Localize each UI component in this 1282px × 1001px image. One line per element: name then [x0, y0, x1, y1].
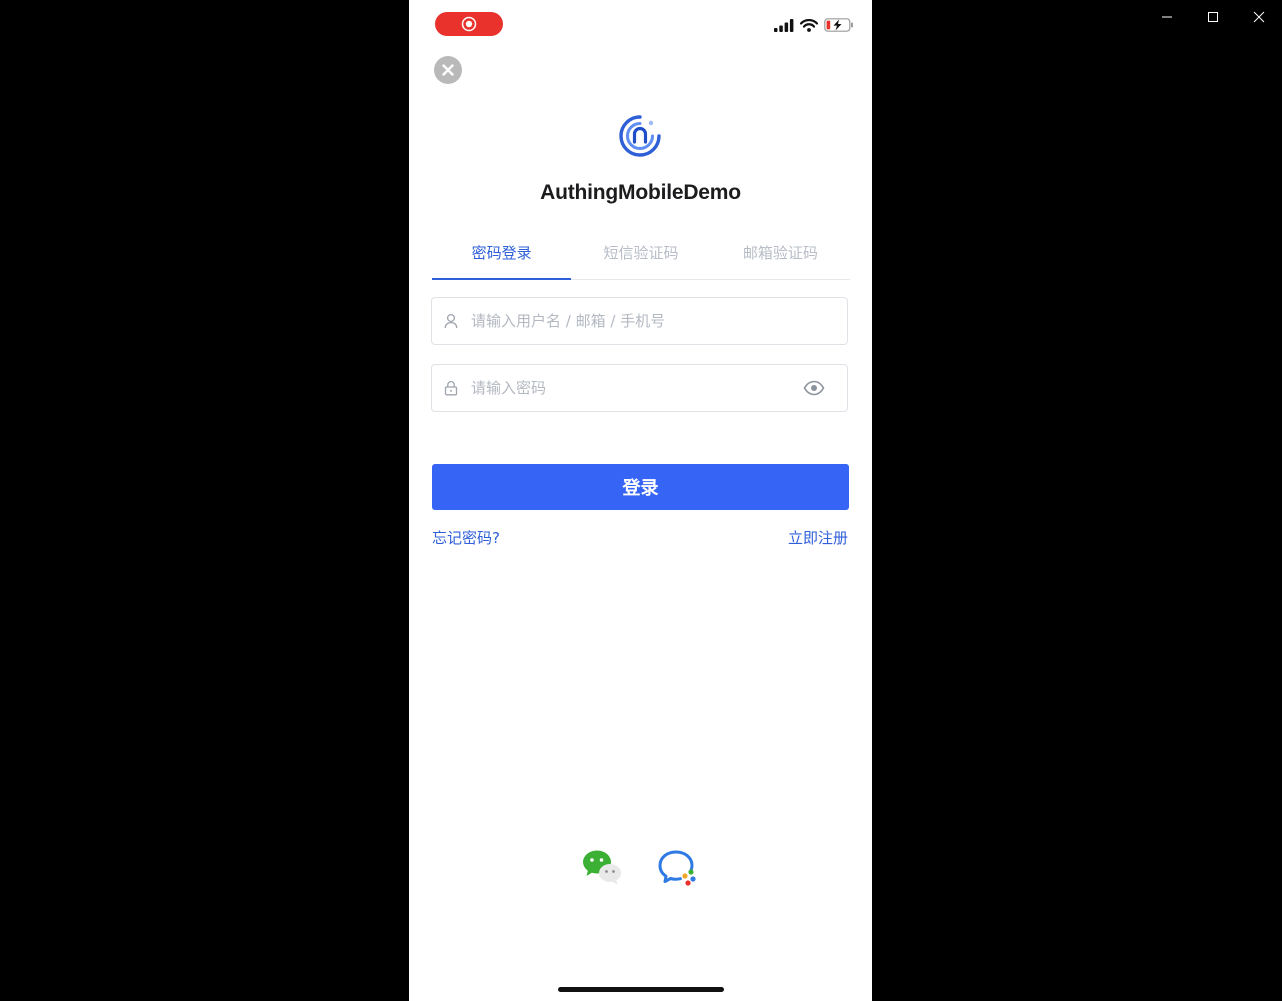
user-icon	[443, 313, 459, 329]
password-field	[431, 364, 848, 412]
dismiss-button[interactable]	[434, 56, 462, 84]
authing-logo-icon	[619, 115, 661, 157]
tab-sms-code[interactable]: 短信验证码	[571, 236, 710, 279]
window-close-button[interactable]	[1236, 0, 1282, 34]
home-indicator[interactable]	[558, 987, 724, 992]
tab-password-login[interactable]: 密码登录	[432, 236, 572, 280]
tab-email-code[interactable]: 邮箱验证码	[711, 236, 850, 279]
maximize-icon	[1208, 12, 1218, 22]
login-method-tabs: 密码登录 短信验证码 邮箱验证码	[432, 236, 850, 280]
wecom-icon[interactable]	[658, 849, 698, 887]
wechat-icon[interactable]	[582, 849, 622, 887]
minimize-icon	[1162, 16, 1172, 18]
register-link[interactable]: 立即注册	[788, 527, 848, 548]
status-icons	[774, 18, 854, 32]
username-field	[431, 297, 848, 345]
window-controls	[1144, 0, 1282, 34]
eye-icon	[803, 380, 825, 396]
phone-screen: AuthingMobileDemo 密码登录 短信验证码 邮箱验证码 请输入用户…	[409, 0, 872, 1001]
login-button[interactable]: 登录	[432, 464, 849, 510]
cellular-signal-icon	[774, 18, 794, 32]
show-password-toggle[interactable]	[803, 380, 825, 396]
app-title: AuthingMobileDemo	[540, 181, 741, 204]
username-input[interactable]	[469, 311, 847, 331]
password-input[interactable]	[469, 378, 803, 398]
screen-recording-indicator[interactable]	[435, 12, 503, 36]
close-icon	[442, 64, 454, 76]
minimize-button[interactable]	[1144, 0, 1190, 34]
screen-recording-icon	[461, 16, 477, 32]
battery-charging-icon	[824, 18, 853, 32]
maximize-button[interactable]	[1190, 0, 1236, 34]
lock-icon	[443, 380, 459, 396]
close-icon	[1253, 11, 1265, 23]
forgot-password-link[interactable]: 忘记密码?	[432, 527, 500, 548]
wifi-icon	[800, 18, 818, 32]
